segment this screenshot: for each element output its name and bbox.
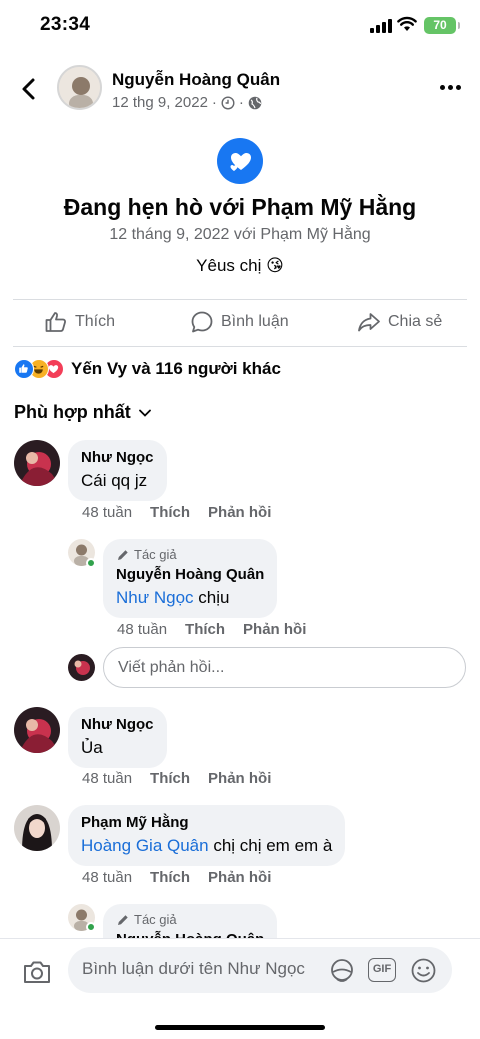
comment-meta: 48 tuần Thích Phản hồi: [82, 770, 271, 787]
post-header: Nguyễn Hoàng Quân 12 thg 9, 2022 · ·: [0, 60, 480, 120]
comment-like-button[interactable]: Thích: [185, 621, 225, 638]
back-icon[interactable]: [14, 74, 44, 104]
share-label: Chia sẻ: [388, 313, 443, 330]
gif-icon[interactable]: GIF: [368, 958, 396, 982]
avatar[interactable]: [14, 805, 60, 851]
comment-meta: 48 tuần Thích Phản hồi: [82, 504, 271, 521]
comment-meta: 48 tuần Thích Phản hồi: [117, 621, 306, 638]
sort-label: Phù hợp nhất: [14, 402, 131, 422]
comment-reply-button[interactable]: Phản hồi: [243, 621, 306, 638]
comment-text: Ủa: [81, 738, 103, 757]
comment-input[interactable]: Bình luận dưới tên Như Ngọc GIF: [68, 947, 452, 993]
comment-icon: [191, 311, 213, 333]
globe-icon: [248, 96, 262, 109]
event-subtitle: 12 tháng 9, 2022 với Phạm Mỹ Hằng: [109, 226, 371, 243]
avatar[interactable]: [14, 707, 60, 753]
signal-icon: [370, 19, 392, 33]
comment-time: 48 tuần: [82, 770, 133, 787]
relationship-heart-icon: [217, 138, 263, 184]
like-button[interactable]: Thích: [44, 310, 115, 334]
comment-button[interactable]: Bình luận: [190, 310, 289, 334]
status-bar: 23:34 70: [0, 0, 480, 52]
avatar[interactable]: [14, 440, 60, 486]
like-reaction-icon: [14, 359, 34, 379]
reactions-count: Yến Vy và 116 người khác: [71, 359, 281, 378]
thumbs-up-icon: [45, 312, 66, 332]
divider: [13, 346, 467, 347]
author-avatar[interactable]: [57, 65, 102, 110]
comment-bubble: Như Ngọc Cái qq jz: [68, 440, 167, 501]
home-indicator: [155, 1025, 325, 1030]
comment-composer: Bình luận dưới tên Như Ngọc GIF: [0, 938, 480, 1039]
comment-label: Bình luận: [221, 313, 289, 330]
comment-like-button[interactable]: Thích: [150, 504, 190, 521]
online-status-dot: [86, 922, 96, 932]
meta-separator: ·: [211, 94, 217, 111]
author-badge: Tác giả: [116, 547, 264, 563]
avatar-sticker-icon[interactable]: [328, 957, 356, 985]
status-time: 23:34: [40, 14, 91, 35]
comment-text: Cái qq jz: [81, 471, 148, 490]
author-badge-label: Tác giả: [134, 912, 177, 927]
clock-icon: [221, 95, 235, 110]
commenter-name[interactable]: Nguyễn Hoàng Quân: [116, 565, 264, 584]
post-caption: Yêus chị 😘: [196, 256, 284, 275]
reactions-summary[interactable]: Yến Vy và 116 người khác: [14, 358, 281, 380]
pencil-icon: [118, 915, 128, 925]
like-label: Thích: [75, 313, 116, 330]
comment-body: chị chị em em à: [208, 836, 333, 855]
comment-text: Hoàng Gia Quân chị chị em em à: [81, 835, 332, 857]
avatar: [68, 654, 95, 681]
commenter-name[interactable]: Như Ngọc: [81, 448, 154, 467]
post-date: 12 thg 9, 2022: [112, 94, 208, 111]
mention-link[interactable]: Như Ngọc: [116, 588, 194, 607]
comment-text: Như Ngọc chịu: [116, 587, 264, 609]
comment-reply-button[interactable]: Phản hồi: [208, 504, 271, 521]
comment-like-button[interactable]: Thích: [150, 770, 190, 787]
comment-meta: 48 tuần Thích Phản hồi: [82, 869, 271, 886]
camera-icon[interactable]: [22, 959, 52, 985]
wifi-icon: [397, 16, 417, 31]
comment-bubble: Như Ngọc Ủa: [68, 707, 167, 768]
comment-body: chịu: [193, 588, 230, 607]
share-button[interactable]: Chia sẻ: [357, 310, 442, 334]
comment-time: 48 tuần: [82, 504, 133, 521]
battery-indicator: 70: [424, 17, 460, 34]
commenter-name[interactable]: Như Ngọc: [81, 715, 154, 734]
comment-reply-button[interactable]: Phản hồi: [208, 770, 271, 787]
emoji-icon[interactable]: [410, 957, 437, 984]
commenter-name[interactable]: Phạm Mỹ Hằng: [81, 813, 332, 832]
share-icon: [358, 313, 380, 332]
event-title: Đang hẹn hò với Phạm Mỹ Hằng: [63, 194, 417, 220]
author-badge-label: Tác giả: [134, 547, 177, 562]
pencil-icon: [118, 550, 128, 560]
reply-input[interactable]: Viết phản hồi...: [103, 647, 466, 688]
comment-sort-dropdown[interactable]: Phù hợp nhất: [14, 402, 151, 423]
post-actions: Thích Bình luận Chia sẻ: [0, 300, 480, 346]
comment-like-button[interactable]: Thích: [150, 869, 190, 886]
post-meta: 12 thg 9, 2022 · ·: [112, 94, 262, 111]
chevron-down-icon: [138, 409, 151, 417]
more-options-icon[interactable]: [440, 82, 464, 92]
comment-input-placeholder: Bình luận dưới tên Như Ngọc: [82, 959, 305, 978]
online-status-dot: [86, 558, 96, 568]
meta-separator: ·: [238, 94, 244, 111]
comment-bubble: Tác giả Nguyễn Hoàng Quân Như Ngọc chịu: [103, 539, 278, 618]
comment-time: 48 tuần: [82, 869, 133, 886]
mention-link[interactable]: Hoàng Gia Quân: [81, 836, 209, 855]
author-badge: Tác giả: [116, 912, 264, 928]
author-name[interactable]: Nguyễn Hoàng Quân: [112, 70, 280, 90]
comment-reply-button[interactable]: Phản hồi: [208, 869, 271, 886]
comment-bubble: Phạm Mỹ Hằng Hoàng Gia Quân chị chị em e…: [68, 805, 346, 866]
comment-time: 48 tuần: [117, 621, 168, 638]
